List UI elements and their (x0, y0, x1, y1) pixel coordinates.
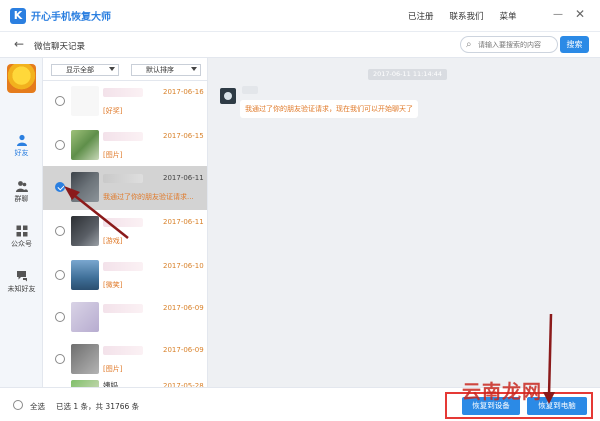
chat-area: 2017-06-11 11:14:44 我通过了你的朋友验证请求，现在我们可以开… (208, 58, 600, 387)
nav-item-groups[interactable]: 群聊 (0, 180, 43, 216)
contact-name-blur (103, 88, 143, 97)
row-message: [好奖] (103, 107, 123, 115)
selection-count: 已选 1 条，共 31766 条 (56, 402, 140, 411)
chat-timestamp: 2017-06-11 11:14:44 (368, 69, 448, 80)
title-links: 已注册 联系我们 菜单 (408, 10, 517, 22)
minimize-icon[interactable]: — (553, 9, 563, 20)
search-button[interactable]: 搜索 (560, 36, 589, 53)
contact-name-blur (103, 218, 143, 227)
row-date: 2017-06-09 (163, 346, 204, 354)
title-bar: K 开心手机恢复大师 已注册 联系我们 菜单 — ✕ (0, 0, 600, 32)
select-all-radio[interactable] (13, 400, 23, 410)
registered-link[interactable]: 已注册 (408, 10, 434, 22)
row-message: 我通过了你的朋友验证请求... (103, 193, 194, 201)
nav-item-friends[interactable]: 好友 (0, 134, 43, 170)
chevron-down-icon (191, 67, 197, 71)
row-radio[interactable] (55, 96, 65, 106)
search-input[interactable] (478, 39, 556, 51)
search-icon: ⌕ (466, 39, 472, 50)
list-item[interactable]: 2017-06-16 [好奖] (43, 80, 207, 124)
app-logo-icon: K (10, 7, 26, 24)
back-arrow-icon[interactable]: ← (14, 37, 24, 51)
left-nav: 好友 群聊 公众号 未知好友 (0, 58, 43, 387)
row-date: 2017-06-11 (163, 218, 204, 226)
contact-thumbnail (71, 172, 99, 202)
list-item[interactable]: 2017-06-15 [图片] (43, 124, 207, 168)
nav-item-official[interactable]: 公众号 (0, 225, 43, 261)
chat-sender-blur (242, 86, 258, 94)
chat-bubble: 我通过了你的朋友验证请求，现在我们可以开始聊天了 (240, 100, 418, 118)
row-radio-checked[interactable] (55, 182, 65, 192)
app-title: 开心手机恢复大师 (31, 12, 111, 23)
page-title: 微信聊天记录 (34, 42, 86, 52)
list-item[interactable]: 2017-06-09 (43, 296, 207, 340)
contact-name: 姨妈 (103, 381, 118, 387)
list-item[interactable]: 2017-06-11 [游戏] (43, 210, 207, 254)
select-all-label[interactable]: 全选 (30, 401, 45, 412)
row-radio[interactable] (55, 226, 65, 236)
row-radio[interactable] (55, 270, 65, 280)
contact-name-blur (103, 262, 143, 271)
chevron-down-icon (109, 67, 115, 71)
contact-thumbnail (71, 344, 99, 374)
row-date: 2017-06-15 (163, 132, 204, 140)
search-box[interactable]: ⌕ (460, 36, 558, 53)
row-radio[interactable] (55, 140, 65, 150)
group-icon (15, 181, 28, 192)
contact-us-link[interactable]: 联系我们 (450, 10, 484, 22)
watermark-logo: 云南龙网 (462, 381, 543, 403)
list-item[interactable]: 2017-06-10 [微笑] (43, 254, 207, 298)
contact-name-blur (103, 346, 143, 355)
list-item[interactable]: 姨妈 2017-05-28 (43, 374, 207, 387)
row-radio[interactable] (55, 312, 65, 322)
sort-value: 默认排序 (146, 66, 174, 74)
row-message: [图片] (103, 151, 123, 159)
sort-dropdown[interactable]: 默认排序 (131, 64, 201, 76)
row-date: 2017-06-11 (163, 174, 204, 182)
nav-label: 公众号 (11, 240, 32, 248)
contact-thumbnail (71, 216, 99, 246)
contact-name-blur (103, 174, 143, 183)
contact-thumbnail (71, 130, 99, 160)
close-icon[interactable]: ✕ (575, 7, 585, 21)
contact-thumbnail (71, 302, 99, 332)
row-message: [微笑] (103, 281, 123, 289)
grid-icon (16, 225, 27, 237)
show-filter-dropdown[interactable]: 显示全部 (51, 64, 119, 76)
contact-thumbnail (71, 380, 99, 387)
row-date: 2017-06-10 (163, 262, 204, 270)
sub-header: ← 微信聊天记录 ⌕ 搜索 (0, 32, 600, 58)
contact-name-blur (103, 304, 143, 313)
row-date: 2017-06-09 (163, 304, 204, 312)
nav-item-unknown[interactable]: 未知好友 (0, 270, 43, 306)
contact-name-blur (103, 132, 143, 141)
row-message: [游戏] (103, 237, 123, 245)
chat-avatar (220, 88, 236, 104)
row-message: [图片] (103, 365, 123, 373)
show-filter-value: 显示全部 (66, 66, 94, 74)
nav-label: 群聊 (14, 195, 29, 203)
nav-label: 好友 (14, 149, 29, 157)
nav-label: 未知好友 (7, 285, 36, 293)
contact-list-panel: 显示全部 默认排序 2017-06-16 [好奖] 2017-06-15 [图片… (43, 58, 208, 387)
person-icon (16, 134, 27, 146)
list-item-selected[interactable]: 2017-06-11 我通过了你的朋友验证请求... (43, 166, 207, 210)
menu-link[interactable]: 菜单 (500, 10, 517, 22)
row-radio[interactable] (55, 354, 65, 364)
chat-icon (16, 271, 27, 282)
list-filters: 显示全部 默认排序 (51, 64, 201, 76)
contact-thumbnail (71, 260, 99, 290)
avatar (7, 64, 36, 93)
row-date: 2017-06-16 (163, 88, 204, 96)
contact-thumbnail (71, 86, 99, 116)
